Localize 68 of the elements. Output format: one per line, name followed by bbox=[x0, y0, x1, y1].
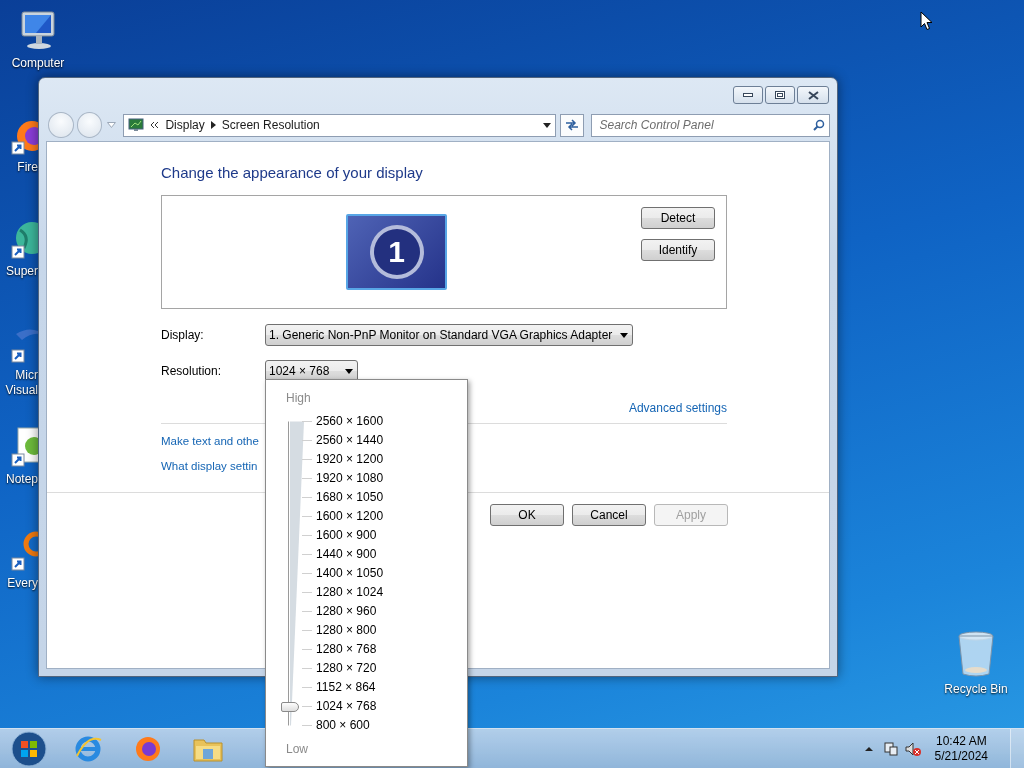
slider-label: Low bbox=[286, 741, 309, 757]
help-link[interactable]: Make text and othe bbox=[161, 433, 259, 449]
desktop-icon-label: Notep bbox=[4, 472, 38, 487]
resolution-option[interactable]: 1600 × 900 bbox=[316, 526, 384, 545]
resolution-option[interactable]: 1024 × 768 bbox=[316, 697, 384, 716]
resolution-option[interactable]: 1280 × 800 bbox=[316, 621, 384, 640]
desktop-icon-label: Micr Visual bbox=[4, 368, 38, 398]
recycle-bin-icon[interactable] bbox=[956, 630, 996, 678]
monitor-number: 1 bbox=[369, 225, 424, 279]
desktop-icon-label: Recycle Bin bbox=[943, 682, 1009, 697]
chevron-icon bbox=[150, 121, 160, 129]
breadcrumb-item[interactable]: Display bbox=[165, 118, 205, 132]
resolution-option[interactable]: 800 × 600 bbox=[316, 716, 384, 735]
resolution-option[interactable]: 1920 × 1080 bbox=[316, 469, 384, 488]
clock[interactable]: 10:42 AM 5/21/2024 bbox=[934, 733, 988, 764]
maximize-button[interactable] bbox=[765, 86, 795, 104]
panel-button[interactable]: Identify bbox=[641, 239, 715, 261]
search-box[interactable]: Search Control Panel bbox=[591, 113, 830, 137]
desktop-icon-label: Fire bbox=[16, 160, 38, 175]
close-button[interactable] bbox=[797, 86, 829, 104]
help-link[interactable]: What display settin bbox=[161, 458, 258, 474]
dialog-button[interactable]: OK bbox=[490, 504, 564, 526]
display-dropdown[interactable]: 1. Generic Non-PnP Monitor on Standard VGA Graphics Adapter bbox=[265, 324, 634, 346]
maximize-icon bbox=[775, 91, 785, 99]
close-icon bbox=[807, 90, 819, 100]
start-orb-icon bbox=[10, 729, 48, 768]
minimize-icon bbox=[743, 93, 753, 97]
slider-label: High bbox=[286, 390, 312, 406]
resolution-option[interactable]: 1680 × 1050 bbox=[316, 488, 384, 507]
resolution-option[interactable]: 1440 × 900 bbox=[316, 545, 384, 564]
slider-thumb[interactable] bbox=[281, 701, 299, 712]
refresh-button[interactable] bbox=[559, 113, 585, 137]
desktop-icon-label: Every bbox=[6, 576, 38, 591]
advanced-settings-link[interactable]: Advanced settings bbox=[628, 400, 727, 416]
display-icon bbox=[128, 118, 145, 132]
caret-icon[interactable] bbox=[542, 122, 551, 128]
resolution-option[interactable]: 2560 × 1440 bbox=[316, 431, 384, 450]
resolution-option[interactable]: 2560 × 1600 bbox=[316, 412, 384, 431]
resolution-option[interactable]: 1400 × 1050 bbox=[316, 564, 384, 583]
clock-time: 10:42 AM bbox=[935, 733, 987, 749]
field-label: Display: bbox=[161, 328, 205, 342]
resolution-option[interactable]: 1600 × 1200 bbox=[316, 507, 384, 526]
search-icon bbox=[813, 119, 825, 131]
resolution-option[interactable]: 1280 × 1024 bbox=[316, 583, 384, 602]
resolution-dropdown[interactable]: 1024 × 768 bbox=[265, 360, 358, 382]
resolution-option[interactable]: 1920 × 1200 bbox=[316, 450, 384, 469]
breadcrumb-arrow-icon bbox=[210, 121, 216, 129]
network-icon[interactable] bbox=[882, 740, 899, 757]
desktop-icon-label: Super bbox=[4, 264, 38, 279]
clock-date: 5/21/2024 bbox=[934, 748, 988, 764]
resolution-option[interactable]: 1280 × 960 bbox=[316, 602, 384, 621]
resolution-option[interactable]: 1280 × 768 bbox=[316, 640, 384, 659]
minimize-button[interactable] bbox=[733, 86, 763, 104]
caret-icon bbox=[620, 332, 629, 338]
panel-button[interactable]: Detect bbox=[641, 207, 715, 229]
monitor-drawing[interactable]: 1 bbox=[346, 214, 447, 290]
dialog-button[interactable]: Cancel bbox=[572, 504, 646, 526]
refresh-icon bbox=[565, 119, 580, 131]
caret-icon bbox=[345, 368, 353, 374]
resolution-option[interactable]: 1152 × 864 bbox=[316, 678, 384, 697]
desktop-icon-label: Computer bbox=[10, 56, 66, 71]
field-label: Resolution: bbox=[161, 364, 223, 378]
address-bar[interactable]: Display Screen Resolution bbox=[123, 113, 556, 137]
breadcrumb-item[interactable]: Screen Resolution bbox=[221, 118, 320, 132]
page-heading: Change the appearance of your display bbox=[161, 163, 424, 183]
resolution-option[interactable]: 1280 × 720 bbox=[316, 659, 384, 678]
mouse-cursor-icon bbox=[920, 11, 933, 31]
muted-speaker-icon[interactable] bbox=[904, 740, 921, 757]
